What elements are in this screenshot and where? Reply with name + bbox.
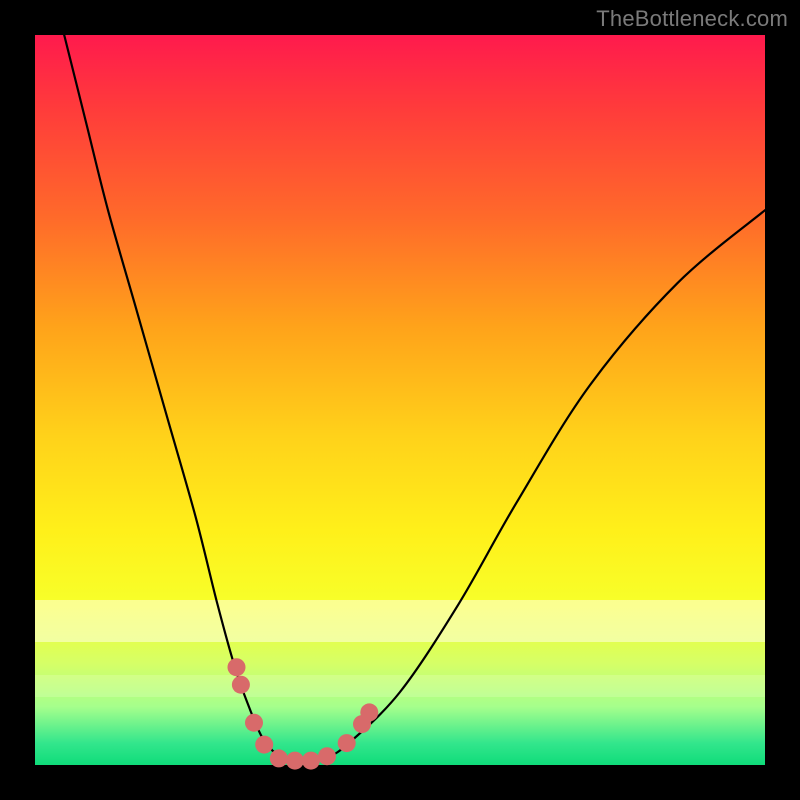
highlight-dots xyxy=(228,658,379,769)
marker-dot xyxy=(228,658,246,676)
marker-dot xyxy=(255,736,273,754)
marker-dot xyxy=(318,747,336,765)
marker-dot xyxy=(286,752,304,770)
marker-dot xyxy=(360,703,378,721)
chart-plot-area xyxy=(35,35,765,765)
chart-frame: TheBottleneck.com xyxy=(0,0,800,800)
marker-dot xyxy=(245,714,263,732)
watermark-text: TheBottleneck.com xyxy=(596,6,788,32)
marker-dot xyxy=(270,749,288,767)
marker-dot xyxy=(232,676,250,694)
marker-dot xyxy=(338,734,356,752)
chart-svg xyxy=(35,35,765,765)
marker-dot xyxy=(302,752,320,770)
bottleneck-curve xyxy=(64,35,765,762)
